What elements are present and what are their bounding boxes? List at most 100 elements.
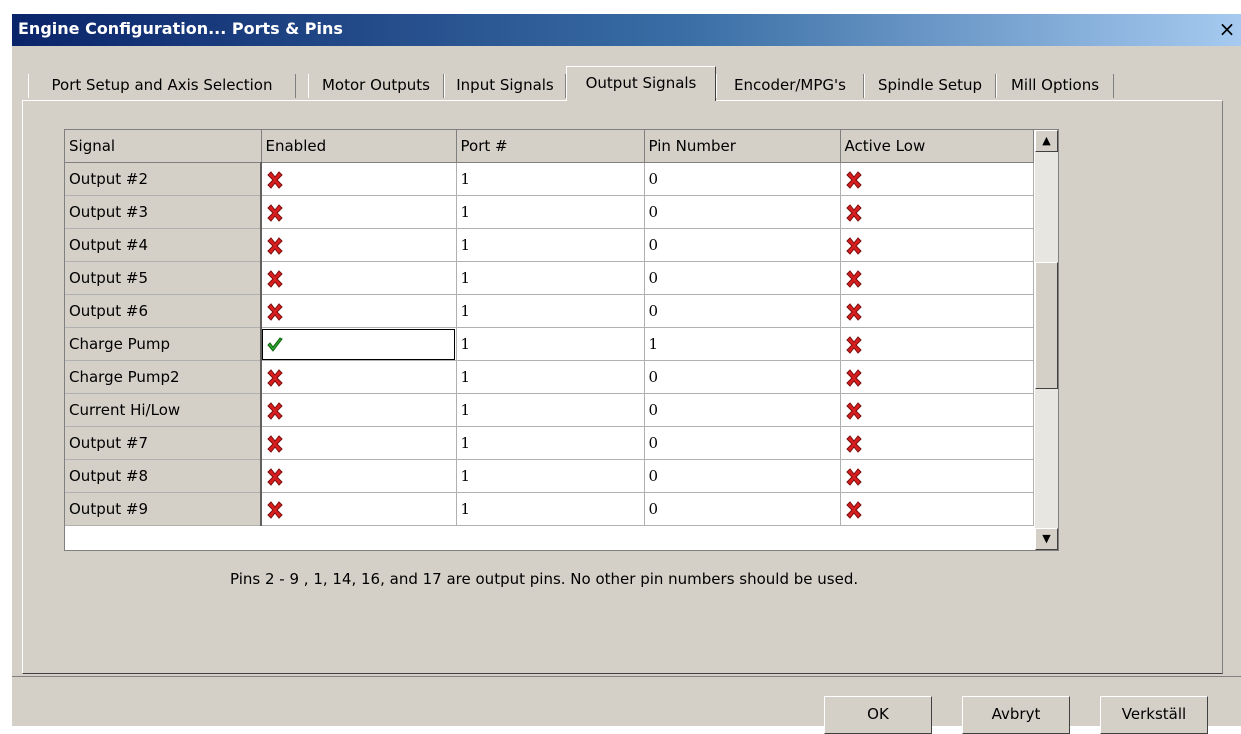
tab-mill-options[interactable]: Mill Options (996, 74, 1114, 98)
tab-output-signals[interactable]: Output Signals (566, 66, 716, 101)
active-low-toggle[interactable] (840, 294, 1034, 328)
enabled-toggle[interactable] (261, 393, 457, 427)
active-low-toggle[interactable] (840, 261, 1034, 295)
port-number-cell[interactable]: 1 (456, 294, 645, 328)
cancel-button[interactable]: Avbryt (962, 696, 1070, 734)
enabled-toggle[interactable] (261, 426, 457, 460)
column-header-active-low[interactable]: Active Low (840, 130, 1034, 163)
x-icon (845, 500, 863, 519)
x-icon (845, 434, 863, 453)
enabled-toggle[interactable] (261, 162, 457, 196)
port-number-cell[interactable]: 1 (456, 360, 645, 394)
row-signal-name: Current Hi/Low (65, 393, 262, 427)
grid-body: Output #2 1 0 Output #3 1 0 Output #4 1 0 Output … (65, 162, 1034, 526)
tab-input-signals[interactable]: Input Signals (444, 74, 566, 98)
divider (12, 676, 1241, 677)
column-header-signal[interactable]: Signal (65, 130, 262, 163)
x-icon (845, 335, 863, 354)
active-low-toggle[interactable] (840, 195, 1034, 229)
x-icon (266, 170, 284, 189)
active-low-toggle[interactable] (840, 228, 1034, 262)
table-row[interactable]: Charge Pump 1 1 (65, 327, 1034, 361)
tab-motor-outputs[interactable]: Motor Outputs (308, 74, 444, 98)
table-row[interactable]: Current Hi/Low 1 0 (65, 393, 1034, 427)
x-icon (845, 401, 863, 420)
row-signal-name: Output #3 (65, 195, 262, 229)
x-icon (845, 467, 863, 486)
x-icon (845, 203, 863, 222)
tab-spindle-setup[interactable]: Spindle Setup (864, 74, 996, 98)
pin-number-cell[interactable]: 0 (644, 492, 841, 526)
active-low-toggle[interactable] (840, 393, 1034, 427)
x-icon (266, 467, 284, 486)
header-row: Signal Enabled Port # Pin Number Active … (65, 130, 1034, 163)
port-number-cell[interactable]: 1 (456, 228, 645, 262)
scroll-up-button[interactable]: ▲ (1035, 130, 1058, 152)
enabled-toggle[interactable] (261, 294, 457, 328)
x-icon (845, 236, 863, 255)
enabled-toggle[interactable] (261, 459, 457, 493)
pin-number-cell[interactable]: 1 (644, 327, 841, 361)
apply-button-label: Verkställ (1121, 705, 1187, 723)
port-number-cell[interactable]: 1 (456, 162, 645, 196)
active-low-toggle[interactable] (840, 360, 1034, 394)
column-header-port[interactable]: Port # (456, 130, 645, 163)
enabled-toggle[interactable] (261, 492, 457, 526)
vertical-scrollbar[interactable]: ▲ ▼ (1035, 130, 1058, 550)
enabled-toggle[interactable] (261, 360, 457, 394)
port-number-cell[interactable]: 1 (456, 195, 645, 229)
pin-number-cell[interactable]: 0 (644, 228, 841, 262)
x-icon (266, 401, 284, 420)
port-number-cell[interactable]: 1 (456, 492, 645, 526)
title-bar[interactable]: Engine Configuration... Ports & Pins (12, 14, 1241, 46)
table-row[interactable]: Output #5 1 0 (65, 261, 1034, 295)
port-number-cell[interactable]: 1 (456, 327, 645, 361)
pin-number-cell[interactable]: 0 (644, 459, 841, 493)
tab-port-setup[interactable]: Port Setup and Axis Selection (28, 74, 296, 98)
output-signals-grid[interactable]: Signal Enabled Port # Pin Number Active … (64, 129, 1059, 551)
row-signal-name: Output #5 (65, 261, 262, 295)
pin-number-cell[interactable]: 0 (644, 195, 841, 229)
table-row[interactable]: Output #6 1 0 (65, 294, 1034, 328)
pin-number-cell[interactable]: 0 (644, 360, 841, 394)
x-icon (266, 434, 284, 453)
scroll-thumb[interactable] (1035, 262, 1058, 389)
x-icon (266, 302, 284, 321)
pin-number-cell[interactable]: 0 (644, 294, 841, 328)
port-number-cell[interactable]: 1 (456, 261, 645, 295)
row-signal-name: Output #4 (65, 228, 262, 262)
enabled-toggle[interactable] (261, 195, 457, 229)
apply-button[interactable]: Verkställ (1100, 696, 1208, 734)
port-number-cell[interactable]: 1 (456, 426, 645, 460)
enabled-toggle[interactable] (261, 327, 457, 361)
window-title: Engine Configuration... Ports & Pins (18, 19, 343, 38)
close-icon[interactable]: × (1214, 16, 1240, 42)
active-low-toggle[interactable] (840, 327, 1034, 361)
pin-number-cell[interactable]: 0 (644, 162, 841, 196)
pin-number-cell[interactable]: 0 (644, 261, 841, 295)
table-row[interactable]: Output #3 1 0 (65, 195, 1034, 229)
column-header-enabled[interactable]: Enabled (261, 130, 457, 163)
active-low-toggle[interactable] (840, 162, 1034, 196)
pin-number-cell[interactable]: 0 (644, 393, 841, 427)
enabled-toggle[interactable] (261, 261, 457, 295)
port-number-cell[interactable]: 1 (456, 459, 645, 493)
enabled-toggle[interactable] (261, 228, 457, 262)
table-row[interactable]: Output #7 1 0 (65, 426, 1034, 460)
scroll-down-button[interactable]: ▼ (1035, 528, 1058, 550)
row-signal-name: Output #9 (65, 492, 262, 526)
active-low-toggle[interactable] (840, 459, 1034, 493)
table-row[interactable]: Charge Pump2 1 0 (65, 360, 1034, 394)
port-number-cell[interactable]: 1 (456, 393, 645, 427)
ok-button[interactable]: OK (824, 696, 932, 734)
x-icon (266, 500, 284, 519)
pin-number-cell[interactable]: 0 (644, 426, 841, 460)
active-low-toggle[interactable] (840, 492, 1034, 526)
column-header-pin-number[interactable]: Pin Number (644, 130, 841, 163)
table-row[interactable]: Output #4 1 0 (65, 228, 1034, 262)
table-row[interactable]: Output #2 1 0 (65, 162, 1034, 196)
tab-encoder-mpg[interactable]: Encoder/MPG's (716, 74, 864, 98)
active-low-toggle[interactable] (840, 426, 1034, 460)
table-row[interactable]: Output #9 1 0 (65, 492, 1034, 526)
table-row[interactable]: Output #8 1 0 (65, 459, 1034, 493)
